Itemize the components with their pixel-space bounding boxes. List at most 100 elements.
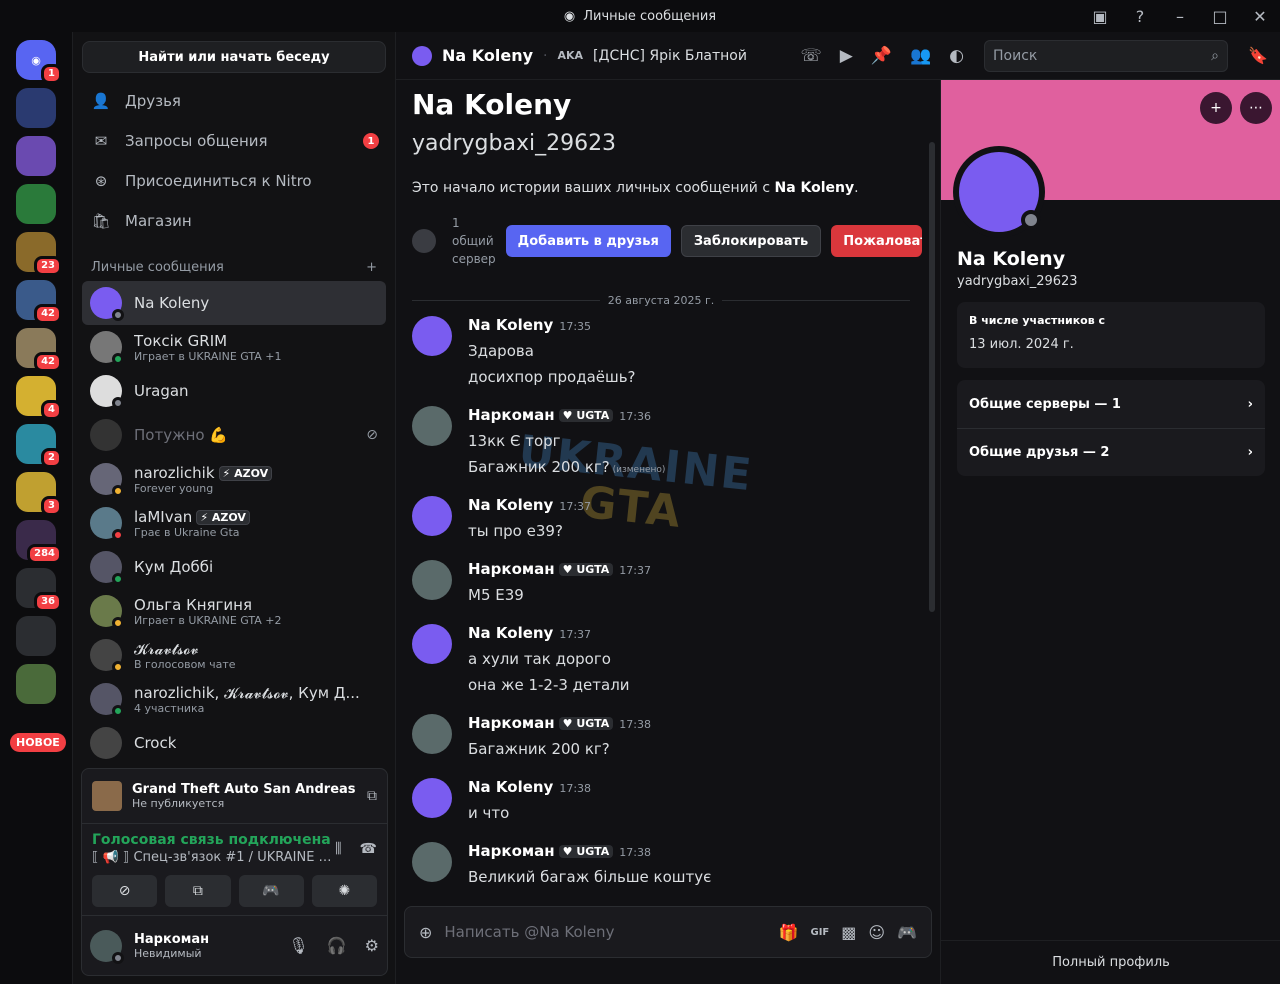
inbox-icon[interactable]: 🔖 <box>1248 46 1268 65</box>
video-icon[interactable]: ▶ <box>840 46 853 66</box>
scrollbar[interactable] <box>929 142 935 612</box>
nav-label: Магазин <box>125 212 192 230</box>
dm-item[interactable]: Crock <box>82 721 386 765</box>
nav-item-2[interactable]: ⊛ Присоединиться к Nitro <box>73 161 395 201</box>
server-icon-7[interactable]: 4 <box>16 376 62 420</box>
server-icon-10[interactable]: 284 <box>16 520 62 564</box>
message-author[interactable]: Na Koleny 17:37 <box>468 624 630 642</box>
voice-channel[interactable]: ⟦ 📢 ⟧ Спец-зв'язок #1 / UKRAINE GTA | 04… <box>92 850 332 865</box>
attach-icon[interactable]: ⊕ <box>419 923 432 942</box>
help-icon[interactable]: ? <box>1120 7 1160 26</box>
avatar[interactable] <box>90 929 124 964</box>
noise-suppression-icon[interactable]: ⫼ <box>335 841 341 857</box>
dm-item[interactable]: Ольга Княгиня Играет в UKRAINE GTA +2 <box>82 589 386 633</box>
call-icon[interactable]: ☏ <box>800 46 821 66</box>
dm-item[interactable]: laMIvan ⚡ AZOV Грає в Ukraine Gta <box>82 501 386 545</box>
add-friend-icon[interactable]: + <box>1200 92 1232 124</box>
nav-item-0[interactable]: 👤 Друзья <box>73 81 395 121</box>
dm-list: Na Koleny Токсік GRIM Играет в UKRAINE GTA… <box>73 281 395 765</box>
mutual-friends-row[interactable]: Общие друзья — 2 › <box>957 428 1265 476</box>
full-profile-button[interactable]: Полный профиль <box>941 940 1280 984</box>
screen-share-icon[interactable]: ▣ <box>1080 7 1120 26</box>
gear-icon[interactable]: ⚙ <box>365 936 379 955</box>
dm-item[interactable]: Потужно 💪 ⊘ <box>82 413 386 457</box>
stream-game-icon[interactable]: ⧉ <box>367 788 377 804</box>
server-icon-5[interactable]: 42 <box>16 280 62 324</box>
message-author[interactable]: Наркоман ♥ UGTA 17:38 <box>468 842 711 860</box>
search-input[interactable]: Поиск ⌕ <box>984 40 1228 72</box>
pin-icon[interactable]: 📌 <box>871 46 892 66</box>
dm-item[interactable]: narozlichik, 𝓚𝓻𝓪𝓿𝓽𝓼𝓸𝓿, Кум Д... 4 участни… <box>82 677 386 721</box>
server-icon-2[interactable] <box>16 136 56 176</box>
dm-item[interactable]: Токсік GRIM Играет в UKRAINE GTA +1 <box>82 325 386 369</box>
more-icon[interactable]: ⋯ <box>1240 92 1272 124</box>
avatar[interactable] <box>412 778 452 818</box>
minimize-button[interactable]: – <box>1160 7 1200 26</box>
message-input[interactable]: ⊕ Написать @Na Koleny 🎁 GIF ▩ ☺ 🎮 <box>404 906 932 958</box>
block-button[interactable]: Заблокировать <box>680 225 822 257</box>
game-icon[interactable]: 🎮 <box>897 923 917 942</box>
report-button[interactable]: Пожаловаться на <box>831 225 922 257</box>
server-icon-13[interactable] <box>16 664 56 704</box>
mutual-server-icon[interactable] <box>412 229 436 253</box>
maximize-button[interactable]: □ <box>1200 7 1240 26</box>
message-author[interactable]: Na Koleny 17:35 <box>468 316 636 334</box>
emoji-icon[interactable]: ☺ <box>868 923 885 942</box>
server-icon-0[interactable]: ◉ 1 <box>16 40 62 84</box>
avatar[interactable] <box>412 714 452 754</box>
avatar[interactable] <box>412 560 452 600</box>
dm-item[interactable]: Na Koleny <box>82 281 386 325</box>
user-profile-icon[interactable]: ◐ <box>949 46 964 66</box>
server-icon-8[interactable]: 2 <box>16 424 62 468</box>
gift-icon[interactable]: 🎁 <box>779 923 799 942</box>
mutual-servers[interactable]: 1 общий сервер <box>452 214 496 268</box>
header-name[interactable]: Na Koleny <box>442 46 533 65</box>
avatar[interactable] <box>412 496 452 536</box>
message-author[interactable]: Na Koleny 17:37 <box>468 496 591 514</box>
server-icon-9[interactable]: 3 <box>16 472 62 516</box>
message-author[interactable]: Наркоман ♥ UGTA 17:37 <box>468 560 651 578</box>
message-time: 17:36 <box>619 410 651 423</box>
input-placeholder[interactable]: Написать @Na Koleny <box>444 923 766 941</box>
nav-item-3[interactable]: 🛍 Магазин <box>73 201 395 241</box>
server-icon-12[interactable] <box>16 616 56 656</box>
disconnect-icon[interactable]: ☎ <box>360 841 377 857</box>
headphones-icon[interactable]: 🎧 <box>327 936 347 955</box>
avatar[interactable] <box>412 842 452 882</box>
server-icon-1[interactable] <box>16 88 56 128</box>
avatar[interactable] <box>412 624 452 664</box>
dm-item[interactable]: Uragan <box>82 369 386 413</box>
gif-icon[interactable]: GIF <box>811 927 830 938</box>
add-friends-icon[interactable]: 👥 <box>910 46 931 66</box>
close-button[interactable]: ✕ <box>1240 7 1280 26</box>
message-author[interactable]: Наркоман ♥ UGTA 17:36 <box>468 406 665 424</box>
mutual-servers-row[interactable]: Общие серверы — 1 › <box>957 380 1265 428</box>
server-icon-4[interactable]: 23 <box>16 232 62 276</box>
camera-off-button[interactable]: ⊘ <box>92 875 158 907</box>
message-text: Багажник 200 кг? (изменено) <box>468 458 666 476</box>
message-author[interactable]: Наркоман ♥ UGTA 17:38 <box>468 714 651 732</box>
dm-item[interactable]: 𝓚𝓻𝓪𝓿𝓽𝓼𝓸𝓿 В голосовом чате <box>82 633 386 677</box>
screen-share-button[interactable]: ⧉ <box>165 875 231 907</box>
message-text: Великий багаж більше коштує <box>468 868 712 886</box>
profile-username: yadrygbaxi_29623 <box>957 274 1078 289</box>
server-icon-11[interactable]: 36 <box>16 568 62 612</box>
dm-item[interactable]: narozlichik ⚡ AZOV Forever young <box>82 457 386 501</box>
soundboard-button[interactable]: ✺ <box>311 875 377 907</box>
server-icon-3[interactable] <box>16 184 56 224</box>
activity-button[interactable]: 🎮 <box>238 875 304 907</box>
add-dm-icon[interactable]: + <box>366 260 377 275</box>
microphone-icon[interactable]: 🎙 <box>288 936 308 955</box>
avatar[interactable] <box>412 316 452 356</box>
find-conversation-button[interactable]: Найти или начать беседу <box>82 41 386 73</box>
sticker-icon[interactable]: ▩ <box>841 923 856 942</box>
new-badge[interactable]: НОВОЕ <box>10 733 66 752</box>
nav-item-1[interactable]: ✉ Запросы общения 1 <box>73 121 395 161</box>
server-icon-6[interactable]: 42 <box>16 328 62 372</box>
avatar[interactable] <box>412 406 452 446</box>
dm-item[interactable]: Кум Доббі <box>82 545 386 589</box>
voice-status[interactable]: Голосовая связь подключена <box>92 832 332 848</box>
profile-avatar[interactable] <box>953 146 1045 238</box>
add-friend-button[interactable]: Добавить в друзья <box>505 225 671 257</box>
message-author[interactable]: Na Koleny 17:38 <box>468 778 591 796</box>
